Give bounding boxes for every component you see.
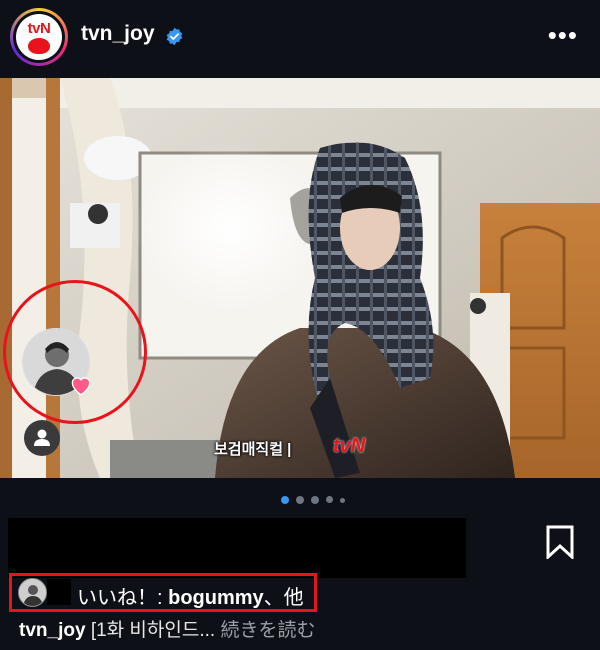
tvn-logo: tvN <box>16 14 62 60</box>
carousel-dot <box>340 498 345 503</box>
more-options-icon[interactable]: ••• <box>548 22 578 48</box>
watermark-brand: tvN <box>333 435 366 457</box>
carousel-dot <box>296 496 304 504</box>
carousel-indicator <box>0 492 600 506</box>
logo-text: tvN <box>27 20 51 37</box>
post-caption: tvn_joy [1화 비하인드... 続きを読む <box>19 615 315 642</box>
caption-text: [1화 비하인드... <box>90 620 216 641</box>
likes-suffix: 、他 <box>263 587 304 609</box>
redacted-block <box>47 579 71 605</box>
carousel-dot <box>326 496 333 503</box>
redacted-action-bar <box>8 518 466 578</box>
liker-avatar[interactable] <box>18 578 47 607</box>
post-header: tvN tvn_joy ••• <box>0 0 600 78</box>
username-link[interactable]: tvn_joy <box>81 22 155 46</box>
profile-avatar[interactable]: tvN <box>10 8 68 66</box>
likes-prefix: いいね！: <box>77 587 169 609</box>
liker-username[interactable]: bogummy <box>168 587 264 609</box>
tagged-people-button[interactable] <box>24 420 60 456</box>
likes-summary[interactable]: いいね！: bogummy、他 <box>77 581 304 610</box>
caption-username[interactable]: tvn_joy <box>19 620 86 641</box>
verified-badge-icon <box>166 27 183 46</box>
bookmark-icon[interactable] <box>545 525 575 559</box>
read-more-link[interactable]: 続きを読む <box>220 620 315 641</box>
carousel-dot <box>311 496 319 504</box>
person-icon <box>34 429 50 446</box>
highlight-circle <box>3 280 147 424</box>
carousel-dot <box>281 496 289 504</box>
watermark-title: 보검매직컬 | <box>214 441 292 458</box>
